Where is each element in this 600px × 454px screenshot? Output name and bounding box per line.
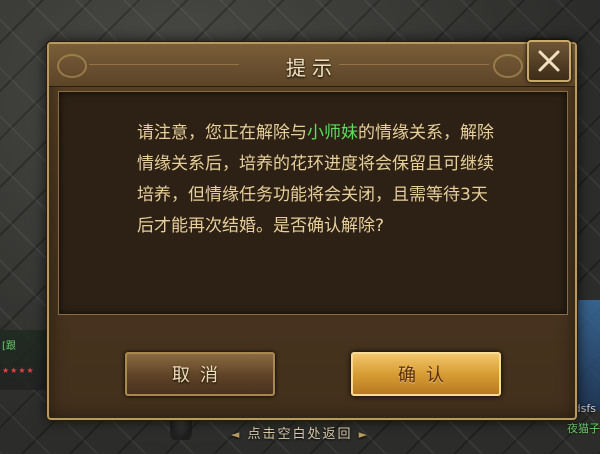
dialog-title-bar: 提示 — [49, 44, 575, 87]
left-player-panel — [0, 330, 48, 390]
confirm-button[interactable]: 确认 — [351, 352, 501, 396]
hint-arrow-left-icon: ◄ — [230, 428, 242, 441]
dialog-message: 请注意，您正在解除与小师妹的情缘关系，解除情缘关系后，培养的花环进度将会保留且可… — [137, 118, 497, 242]
partner-name: 小师妹 — [307, 123, 358, 143]
left-player-tag: [跟 — [2, 341, 16, 352]
left-player-stars: ★★★★ — [2, 366, 35, 375]
cancel-button[interactable]: 取消 — [125, 352, 275, 396]
close-icon — [538, 50, 560, 72]
confirm-dialog: 提示 请注意，您正在解除与小师妹的情缘关系，解除情缘关系后，培养的花环进度将会保… — [47, 40, 577, 420]
title-ornament-right — [493, 54, 523, 78]
message-text-before: 请注意，您正在解除与 — [137, 123, 307, 143]
hint-text: 点击空白处返回 — [247, 427, 353, 442]
close-button[interactable] — [527, 40, 571, 82]
message-panel: 请注意，您正在解除与小师妹的情缘关系，解除情缘关系后，培养的花环进度将会保留且可… — [58, 91, 568, 315]
tap-outside-hint: ◄ 点击空白处返回 ► — [0, 423, 600, 442]
right-player-label: dsfs — [573, 402, 596, 415]
title-divider-right — [339, 64, 489, 65]
hint-arrow-right-icon: ► — [358, 428, 370, 441]
